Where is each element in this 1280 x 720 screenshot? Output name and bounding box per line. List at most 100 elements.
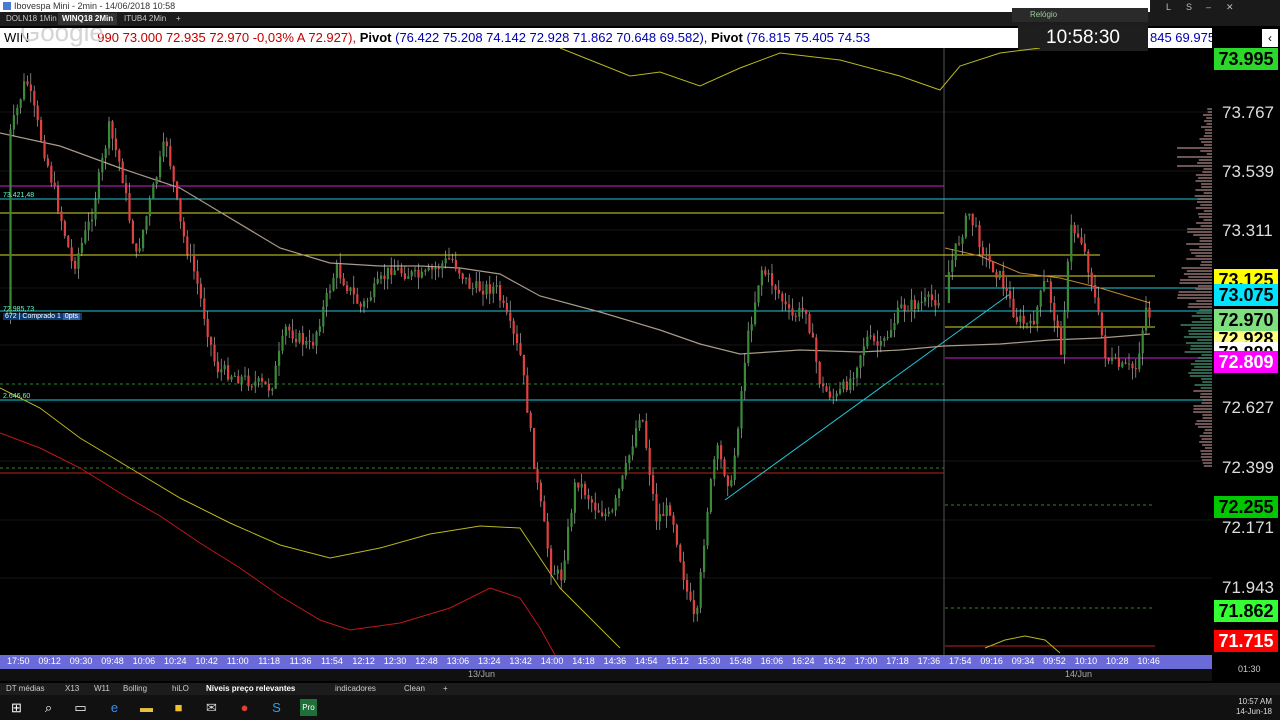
candle-body <box>223 365 226 370</box>
candle-body <box>699 572 702 608</box>
candle-body <box>958 243 961 245</box>
candle-body <box>587 495 590 500</box>
candle-body <box>468 277 471 289</box>
bottom-tab-3[interactable]: Bolling <box>123 683 147 695</box>
x-tick: 17:18 <box>886 656 909 666</box>
chart-grid <box>0 111 1212 579</box>
skype-icon[interactable]: S <box>268 699 285 716</box>
system-tray-clock[interactable]: 10:57 AM 14-Jun-18 <box>1236 697 1272 717</box>
candle-body <box>873 335 876 342</box>
bottom-tab-6[interactable]: indicadores <box>335 683 376 695</box>
candle-body <box>114 138 117 151</box>
candle-body <box>131 220 134 244</box>
candle-body <box>577 482 580 488</box>
candle-body <box>774 285 777 290</box>
volume-profile-bar <box>1195 189 1212 191</box>
candle-body <box>665 505 668 517</box>
price-chart[interactable] <box>0 48 1212 655</box>
candle-body <box>907 310 910 312</box>
close-button[interactable]: ✕ <box>1226 2 1234 13</box>
volume-profile-bar <box>1196 201 1212 203</box>
bottom-tab-8[interactable]: + <box>443 683 448 695</box>
volume-profile-bar <box>1200 393 1212 395</box>
task-view-icon[interactable]: ▭ <box>72 699 89 716</box>
candle-body <box>162 141 165 157</box>
edge-icon[interactable]: e <box>106 699 123 716</box>
candle-body <box>281 335 284 351</box>
pivot2-values: (76.815 75.405 74.53 <box>746 30 871 45</box>
candle-body <box>1148 307 1151 318</box>
volume-profile-bar <box>1198 426 1212 428</box>
candle-body <box>764 270 767 275</box>
bottom-tab-2[interactable]: W11 <box>94 683 110 695</box>
candle-body <box>1134 368 1137 370</box>
volume-profile-bar <box>1190 363 1212 365</box>
candle-body <box>390 267 393 275</box>
candle-body <box>23 81 26 100</box>
profit-pro-icon[interactable]: Pro <box>300 699 317 716</box>
settings-button[interactable]: S <box>1186 2 1192 12</box>
candle-body <box>499 285 502 301</box>
candle-body <box>189 254 192 256</box>
candle-body <box>934 299 937 306</box>
candle-body <box>1056 320 1059 327</box>
candle-body <box>97 172 100 200</box>
candle-body <box>1090 272 1093 285</box>
folder-icon[interactable]: ▬ <box>138 699 155 716</box>
tab-doln18[interactable]: DOLN18 1Min <box>2 13 61 25</box>
candle-body <box>148 199 151 217</box>
candle-body <box>346 285 349 292</box>
volume-profile-bar <box>1203 192 1212 194</box>
candle-body <box>516 333 519 344</box>
candle-body <box>329 290 332 293</box>
candle-body <box>230 376 233 380</box>
add-tab-button[interactable]: + <box>172 13 185 25</box>
x-tick: 09:30 <box>69 656 93 666</box>
mail-icon[interactable]: ✉ <box>203 699 220 716</box>
ticker-scroll-left-icon[interactable]: ‹ <box>1262 29 1278 47</box>
x-tick: 10:46 <box>1137 656 1160 666</box>
candle-body <box>424 270 427 272</box>
chrome-icon[interactable]: ● <box>236 699 253 716</box>
trend-line[interactable] <box>724 293 1011 501</box>
candle-body <box>206 318 209 338</box>
candle-body <box>176 181 179 199</box>
candle-body <box>947 272 950 303</box>
candle-body <box>393 270 396 275</box>
bottom-tab-4[interactable]: hiLO <box>172 683 189 695</box>
bottom-tab-0[interactable]: DT médias <box>6 683 45 695</box>
layout-button[interactable]: L <box>1166 2 1171 12</box>
tab-itub4[interactable]: ITUB4 2Min <box>120 13 170 25</box>
minimize-button[interactable]: – <box>1206 2 1211 12</box>
volume-profile-bar <box>1200 264 1212 266</box>
candle-body <box>1097 297 1100 313</box>
volume-profile-bar <box>1177 294 1212 296</box>
bottom-tab-5[interactable]: Níveis preço relevantes <box>206 683 295 695</box>
candle-body <box>1077 233 1080 238</box>
position-box[interactable]: 672 | Comprado 1 0pts <box>3 313 83 320</box>
bottom-tab-7[interactable]: Clean <box>404 683 425 695</box>
volume-profile-bar <box>1197 285 1212 287</box>
candle-body <box>716 445 719 460</box>
volume-profile-bar <box>1196 300 1212 302</box>
candle-body <box>1032 320 1035 325</box>
volume-profile-bar <box>1204 144 1212 146</box>
x-tick: 10:10 <box>1074 656 1098 666</box>
candle-body <box>981 247 984 256</box>
x-tick: 09:48 <box>101 656 124 666</box>
candle-body <box>488 284 491 294</box>
volume-profile-bar <box>1188 276 1212 278</box>
candle-body <box>410 271 413 277</box>
candle-body <box>754 302 757 325</box>
search-icon[interactable]: ⌕ <box>40 699 57 716</box>
volume-profile-bar <box>1195 174 1212 176</box>
candle-body <box>53 182 56 187</box>
tab-winq18[interactable]: WINQ18 2Min <box>58 13 118 25</box>
store-icon[interactable]: ■ <box>170 699 187 716</box>
windows-icon[interactable]: ⊞ <box>8 699 25 716</box>
price-axis[interactable]: 73.767 73.539 73.311 72.627 72.399 72.17… <box>1212 48 1280 655</box>
time-axis[interactable]: 17:50 09:12 09:30 09:48 10:06 10:24 10:42 11:00… <box>0 655 1212 669</box>
candle-body <box>1087 251 1090 273</box>
x-tick: 17:54 <box>949 656 972 666</box>
bottom-tab-1[interactable]: X13 <box>65 683 79 695</box>
